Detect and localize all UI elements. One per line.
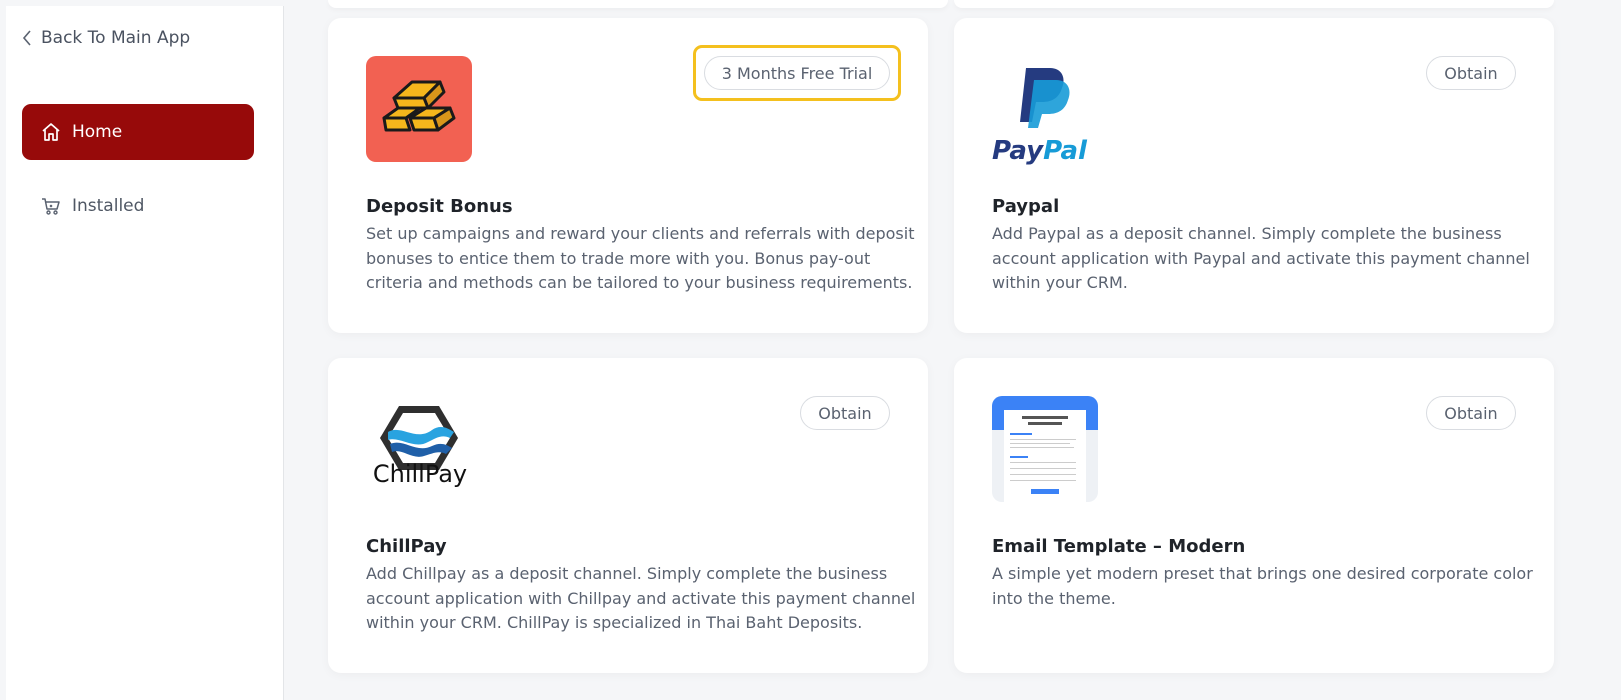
sidebar: Back To Main App Home Installed — [6, 6, 284, 700]
app-card-email-template-modern[interactable]: Obtain Email Template – Modern A simple … — [954, 358, 1554, 673]
sidebar-item-label: Home — [72, 122, 123, 142]
email-template-thumbnail — [992, 396, 1098, 502]
previous-card-edge — [328, 0, 948, 8]
chillpay-logo: ChillPay — [366, 396, 472, 502]
free-trial-button[interactable]: 3 Months Free Trial — [704, 56, 890, 90]
app-card-chillpay[interactable]: ChillPay Obtain ChillPay Add Chillpay as… — [328, 358, 928, 673]
card-title: Email Template – Modern — [992, 536, 1246, 557]
app-card-deposit-bonus[interactable]: 3 Months Free Trial Deposit Bonus Set up… — [328, 18, 928, 333]
card-title: ChillPay — [366, 536, 447, 557]
back-to-main-app-link[interactable]: Back To Main App — [22, 28, 190, 48]
sidebar-item-label: Installed — [72, 196, 145, 216]
obtain-button[interactable]: Obtain — [1426, 396, 1516, 430]
card-description: A simple yet modern preset that brings o… — [992, 564, 1533, 608]
card-description: Add Chillpay as a deposit channel. Simpl… — [366, 564, 916, 632]
paypal-wordmark: PayPal — [992, 136, 1087, 166]
obtain-button[interactable]: Obtain — [800, 396, 890, 430]
email-body-preview — [1004, 410, 1086, 502]
gold-bars-icon — [382, 80, 456, 132]
previous-card-edge — [954, 0, 1554, 8]
cart-icon — [42, 198, 60, 215]
card-description: Set up campaigns and reward your clients… — [366, 224, 915, 292]
chevron-left-icon — [22, 30, 31, 46]
home-icon — [42, 123, 60, 141]
app-card-paypal[interactable]: PayPal Obtain Paypal Add Paypal as a dep… — [954, 18, 1554, 333]
main-content: 3 Months Free Trial Deposit Bonus Set up… — [284, 0, 1621, 700]
card-description: Add Paypal as a deposit channel. Simply … — [992, 224, 1530, 292]
chillpay-wordmark: ChillPay — [372, 460, 468, 488]
back-link-label: Back To Main App — [41, 28, 191, 48]
card-title: Paypal — [992, 196, 1060, 217]
sidebar-item-installed[interactable]: Installed — [22, 178, 254, 234]
sidebar-item-home[interactable]: Home — [22, 104, 254, 160]
obtain-button[interactable]: Obtain — [1426, 56, 1516, 90]
deposit-bonus-logo — [366, 56, 472, 162]
card-title: Deposit Bonus — [366, 196, 513, 217]
